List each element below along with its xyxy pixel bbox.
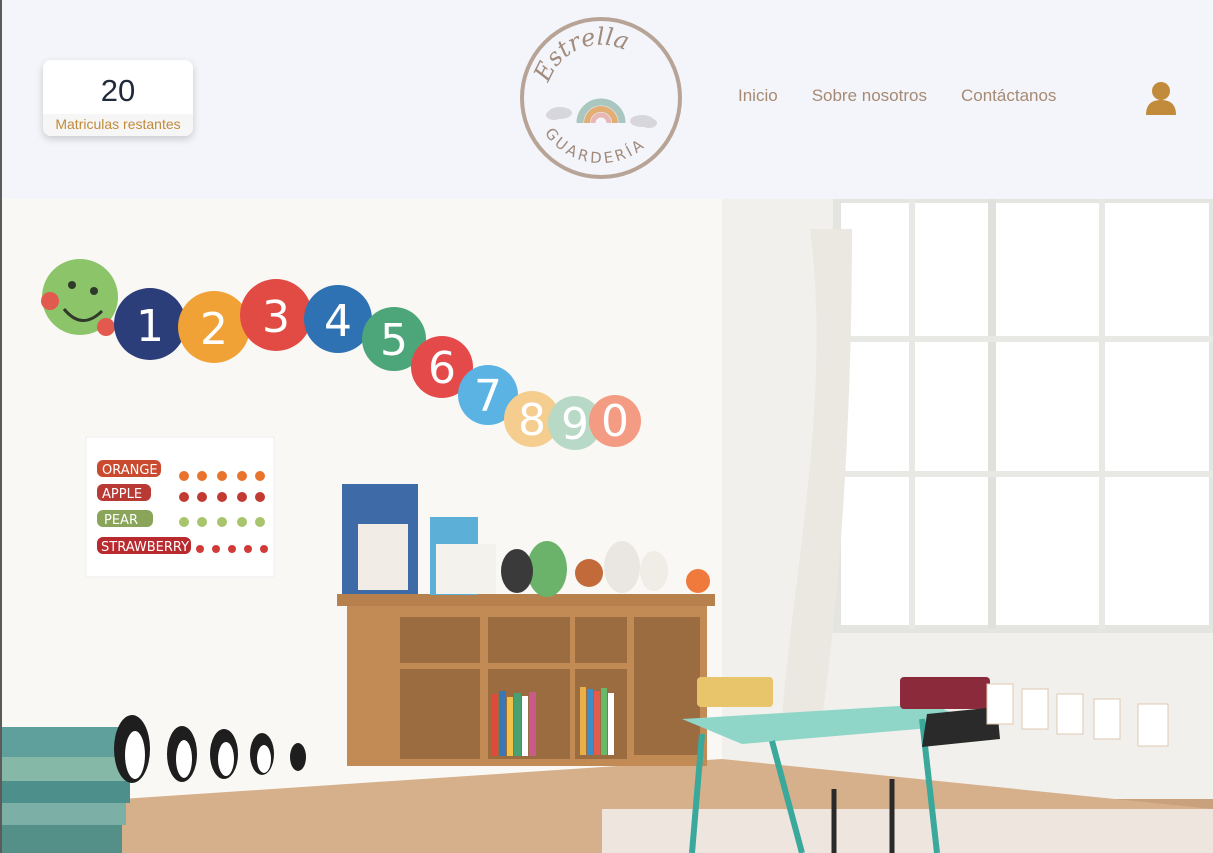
poster-word-orange: ORANGE <box>102 463 158 478</box>
caterpillar-number-8: 8 <box>518 395 546 446</box>
caterpillar-number-1: 1 <box>136 301 164 352</box>
caterpillar-number-0: 0 <box>601 396 629 447</box>
caterpillar-number-2: 2 <box>200 304 228 355</box>
user-icon[interactable] <box>1144 80 1178 116</box>
main-nav: Inicio Sobre nosotros Contáctanos <box>738 86 1056 106</box>
caterpillar-number-6: 6 <box>428 343 456 394</box>
site-header: 20 Matriculas restantes Estrella GUARDER… <box>2 0 1213 199</box>
poster-word-apple: APPLE <box>102 487 142 502</box>
caterpillar-number-4: 4 <box>324 296 352 347</box>
nav-inicio[interactable]: Inicio <box>738 86 778 106</box>
classroom-illustration: 1 2 3 4 5 6 7 8 9 0 ORANGE APPLE PEAR ST… <box>2 199 1213 853</box>
poster-word-strawberry: STRAWBERRY <box>101 540 189 555</box>
nav-sobre-nosotros[interactable]: Sobre nosotros <box>812 86 927 106</box>
enrollment-label: Matriculas restantes <box>43 114 193 136</box>
enrollment-counter: 20 Matriculas restantes <box>43 60 193 136</box>
enrollment-count: 20 <box>100 73 136 108</box>
caterpillar-number-9: 9 <box>561 399 589 450</box>
hero-image: 1 2 3 4 5 6 7 8 9 0 ORANGE APPLE PEAR ST… <box>2 199 1213 853</box>
nav-contactanos[interactable]: Contáctanos <box>961 86 1056 106</box>
caterpillar-number-5: 5 <box>380 315 408 366</box>
logo-graphic: Estrella GUARDERÍA <box>520 17 682 179</box>
poster-word-pear: PEAR <box>104 513 138 528</box>
site-logo[interactable]: Estrella GUARDERÍA <box>518 15 684 181</box>
caterpillar-number-3: 3 <box>262 292 290 343</box>
caterpillar-number-7: 7 <box>474 371 502 422</box>
